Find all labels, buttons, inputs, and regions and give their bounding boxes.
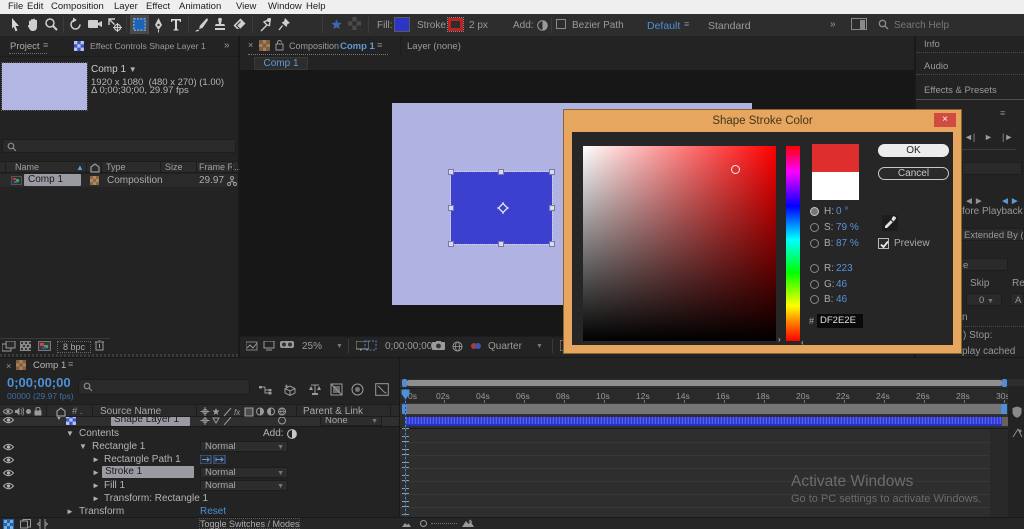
svg-text:fx: fx: [234, 408, 241, 417]
